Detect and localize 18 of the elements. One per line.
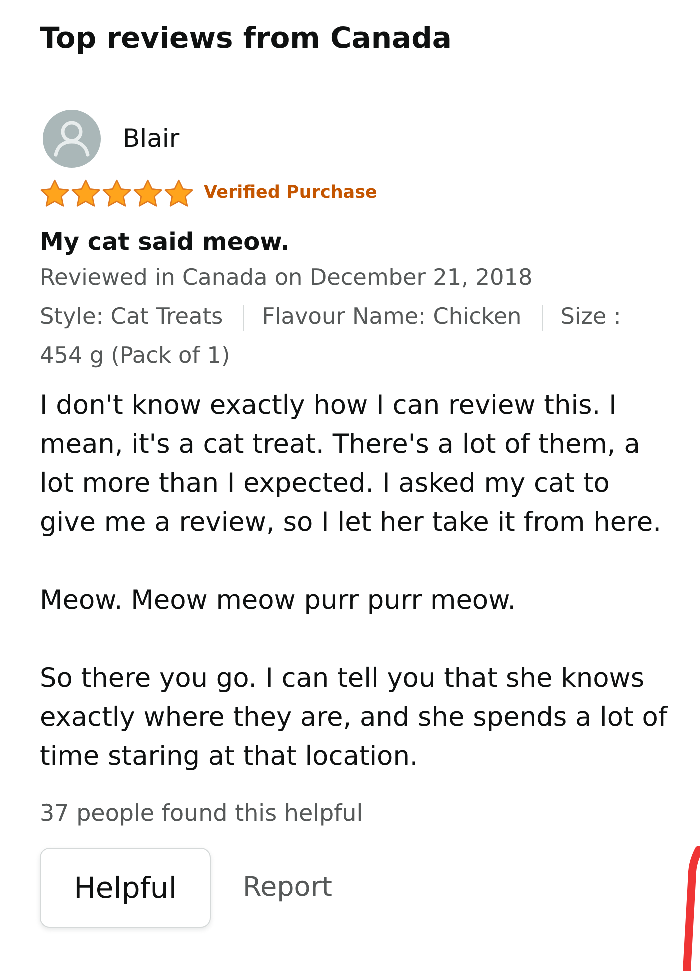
section-title: Top reviews from Canada — [40, 20, 452, 57]
star-icon — [133, 178, 163, 208]
star-icon — [71, 178, 101, 208]
report-link[interactable]: Report — [243, 871, 333, 905]
star-icon — [40, 178, 70, 208]
review-title: My cat said meow. — [40, 227, 290, 258]
star-icon — [164, 178, 194, 208]
review-date: Reviewed in Canada on December 21, 2018 — [40, 264, 533, 293]
avatar-icon — [43, 110, 101, 168]
helpful-button[interactable]: Helpful — [40, 848, 211, 928]
star-icon — [102, 178, 132, 208]
review-paragraph: Meow. Meow meow purr purr meow. — [40, 584, 518, 618]
review-paragraph: I don't know exactly how I can review this. I mean, it's a cat treat. There's a lot of them, a lot more than I expected. I asked my cat to give me a review, so I let her take it from here. — [40, 389, 662, 540]
review-paragraph: So there you go. I can tell you that she knows exactly where they are, and she spends a lot of time staring at that location. — [40, 662, 670, 774]
verified-purchase-label: Verified Purchase — [204, 182, 378, 205]
reviewer-name: Blair — [123, 123, 180, 155]
product-variations: Style: Cat Treats Flavour Name: Chicken Size : 454 g (Pack of 1) — [40, 303, 622, 371]
helpful-count: 37 people found this helpful — [40, 800, 364, 829]
